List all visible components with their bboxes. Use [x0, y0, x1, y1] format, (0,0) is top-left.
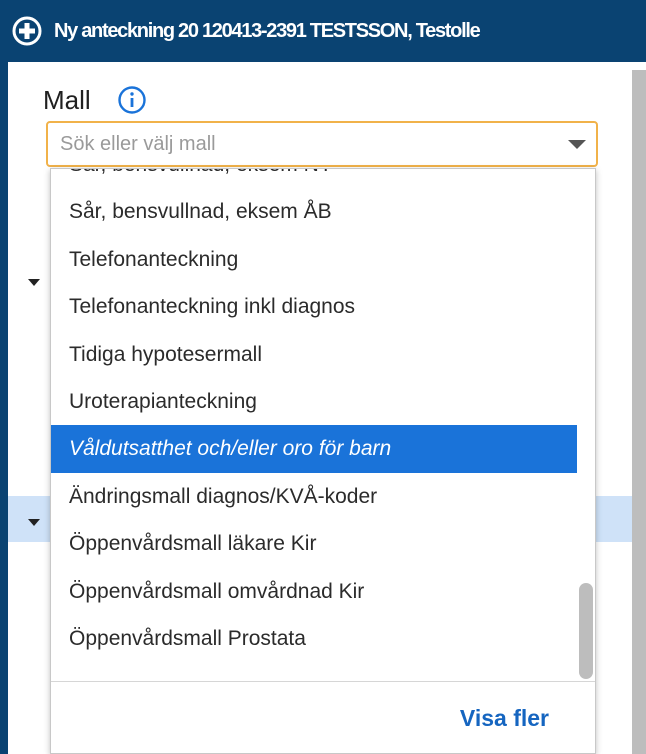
dropdown-option[interactable]: Öppenvårdsmall omvårdnad Kir [51, 568, 577, 616]
dropdown-option[interactable]: Öppenvårdsmall läkare Kir [51, 520, 577, 568]
mall-label: Mall [43, 85, 91, 115]
mall-search-placeholder: Sök eller välj mall [60, 133, 216, 155]
collapse-arrow-icon[interactable] [28, 519, 40, 526]
dropdown-option[interactable]: Ändringsmall diagnos/KVÅ-koder [51, 473, 577, 521]
mall-dropdown-list: Sår, bensvullnad, eksem NYSår, bensvulln… [50, 168, 596, 754]
show-more-link[interactable]: Visa fler [460, 705, 549, 732]
dropdown-options: Sår, bensvullnad, eksem NYSår, bensvulln… [51, 169, 595, 681]
dropdown-option[interactable]: Telefonanteckning inkl diagnos [51, 283, 577, 331]
chevron-down-icon[interactable] [568, 140, 586, 149]
mall-search-input[interactable]: Sök eller välj mall [46, 121, 598, 167]
window-title: Ny anteckning 20 120413-2391 TESTSSON, T… [54, 19, 481, 42]
dropdown-option[interactable]: Öppenvårdsmall Prostata [51, 615, 577, 663]
collapse-arrow-icon[interactable] [28, 279, 40, 286]
panel-scrollbar[interactable] [632, 70, 646, 754]
window-titlebar: Ny anteckning 20 120413-2391 TESTSSON, T… [0, 0, 646, 62]
left-edge-stripe [0, 62, 8, 754]
info-circle-icon[interactable] [116, 84, 148, 116]
plus-circle-icon [12, 16, 42, 46]
dropdown-scrollbar-thumb[interactable] [579, 583, 593, 679]
dropdown-option[interactable]: Sår, bensvullnad, eksem NY [51, 169, 577, 189]
dropdown-option[interactable]: Tidiga hypotesermall [51, 331, 577, 379]
dropdown-divider [51, 681, 595, 682]
dropdown-option[interactable]: Sår, bensvullnad, eksem ÅB [51, 188, 577, 236]
dropdown-option[interactable]: Uroterapianteckning [51, 378, 577, 426]
dropdown-option[interactable]: Telefonanteckning [51, 236, 577, 284]
dropdown-option[interactable]: Våldutsatthet och/eller oro för barn [51, 425, 577, 473]
